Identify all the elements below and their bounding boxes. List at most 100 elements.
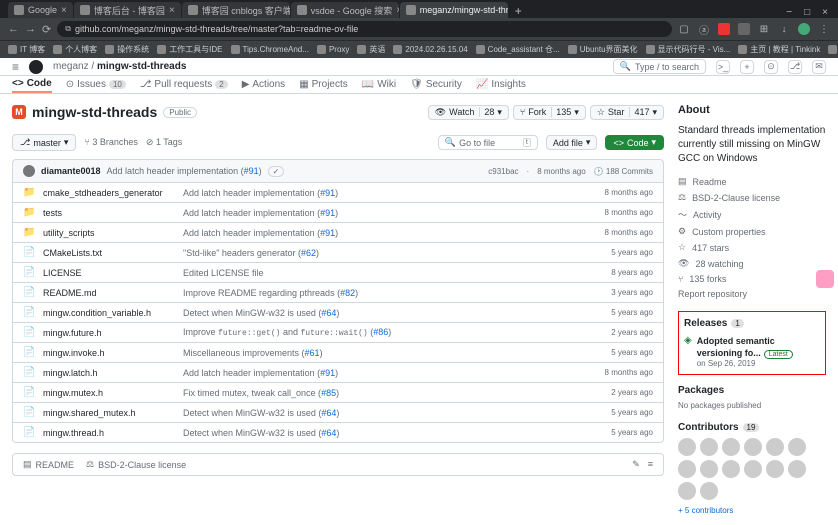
commit-message[interactable]: Add latch header implementation (#91) — [183, 208, 583, 218]
commits-link[interactable]: 🕑 188 Commits — [594, 167, 653, 176]
nav-insights[interactable]: 📈Insights — [476, 76, 526, 93]
contributor-avatar[interactable] — [766, 460, 784, 478]
license-tab[interactable]: ⚖BSD-2-Clause license — [86, 459, 186, 470]
browser-tab-active[interactable]: meganz/mingw-std-threads:...× — [400, 2, 508, 18]
bookmark-folder[interactable]: 操作系统 — [105, 44, 149, 55]
cast-icon[interactable]: ▢ — [678, 23, 690, 35]
file-row[interactable]: 📄mingw.condition_variable.hDetect when M… — [13, 302, 663, 322]
contributor-avatar[interactable] — [766, 438, 784, 456]
issues-button[interactable]: ⊙ — [764, 60, 778, 74]
bookmark-folder[interactable]: 工作工具与IDE — [157, 44, 222, 55]
activity-link[interactable]: 〜Activity — [678, 208, 826, 221]
extension-icon[interactable] — [718, 23, 730, 35]
tags-link[interactable]: ⊘ 1 Tags — [146, 137, 182, 148]
contributor-avatar[interactable] — [700, 438, 718, 456]
commit-message[interactable]: Improve README regarding pthreads (#82) — [183, 288, 583, 298]
bookmark-folder[interactable]: Tips.ChromeAnd... — [231, 45, 309, 54]
nav-issues[interactable]: ⊙Issues10 — [66, 76, 126, 93]
translate-icon[interactable]: ⓐ — [698, 23, 710, 35]
nav-actions[interactable]: ▶Actions — [242, 76, 286, 93]
contributor-avatar[interactable] — [788, 460, 806, 478]
bookmark-link[interactable]: 主页 | 教程 | Tinkink — [738, 44, 820, 55]
file-row[interactable]: 📁cmake_stdheaders_generatorAdd latch hea… — [13, 183, 663, 202]
file-name[interactable]: tests — [43, 208, 183, 218]
file-name[interactable]: cmake_stdheaders_generator — [43, 188, 183, 198]
file-name[interactable]: mingw.mutex.h — [43, 388, 183, 398]
fork-button[interactable]: ⑂Fork135▾ — [513, 105, 586, 120]
star-button[interactable]: ☆Star417▾ — [590, 105, 664, 120]
commit-message[interactable]: Add latch header implementation (#91) — [183, 188, 583, 198]
file-name[interactable]: mingw.latch.h — [43, 368, 183, 378]
file-name[interactable]: utility_scripts — [43, 228, 183, 238]
forward-button[interactable]: → — [25, 23, 36, 35]
file-name[interactable]: CMakeLists.txt — [43, 248, 183, 258]
back-button[interactable]: ← — [8, 23, 19, 35]
extensions-icon[interactable]: ⊞ — [758, 23, 770, 35]
outline-icon[interactable]: ≡ — [648, 459, 653, 470]
commit-message[interactable]: Add latch header implementation (#91) — [183, 228, 583, 238]
commit-message[interactable]: Improve future::get() and future::wait()… — [183, 327, 583, 338]
file-row[interactable]: 📄CMakeLists.txt"Std-like" headers genera… — [13, 242, 663, 262]
command-palette-button[interactable]: >_ — [716, 60, 730, 74]
extension-icon[interactable] — [738, 23, 750, 35]
new-tab-button[interactable]: + — [509, 4, 528, 18]
author-link[interactable]: diamante0018 — [41, 166, 101, 176]
contributors-heading[interactable]: Contributors19 — [678, 422, 826, 433]
owner-link[interactable]: meganz — [53, 61, 89, 72]
file-row[interactable]: 📁testsAdd latch header implementation (#… — [13, 202, 663, 222]
contributor-avatar[interactable] — [744, 460, 762, 478]
contributor-avatar[interactable] — [722, 460, 740, 478]
browser-tab[interactable]: vsdoe - Google 搜索× — [291, 2, 399, 18]
file-row[interactable]: 📄mingw.latch.hAdd latch header implement… — [13, 362, 663, 382]
browser-tab[interactable]: Google× — [8, 2, 73, 18]
pr-link[interactable]: #91 — [244, 166, 259, 176]
file-row[interactable]: 📄mingw.mutex.hFix timed mutex, tweak cal… — [13, 382, 663, 402]
close-icon[interactable]: × — [61, 5, 67, 16]
inbox-button[interactable]: ✉ — [812, 60, 826, 74]
bookmark-folder[interactable]: Proxy — [317, 45, 349, 54]
readme-tab[interactable]: ▤README — [23, 459, 74, 470]
custom-props-link[interactable]: ⚙Custom properties — [678, 226, 826, 237]
commit-message[interactable]: Detect when MinGW-w32 is used (#64) — [183, 428, 583, 438]
commit-message[interactable]: Detect when MinGW-w32 is used (#64) — [183, 408, 583, 418]
bookmark-folder[interactable]: Ubuntu界面美化 — [568, 44, 638, 55]
commit-hash[interactable]: c931bac — [488, 167, 518, 176]
release-item[interactable]: ◈ Adopted semantic versioning fo...Lates… — [684, 335, 820, 368]
file-row[interactable]: 📄LICENSEEdited LICENSE file8 years ago — [13, 262, 663, 282]
contributor-avatar[interactable] — [744, 438, 762, 456]
packages-heading[interactable]: Packages — [678, 385, 826, 396]
minimize-icon[interactable]: − — [786, 7, 792, 18]
contributor-avatar[interactable] — [788, 438, 806, 456]
file-row[interactable]: 📄mingw.shared_mutex.hDetect when MinGW-w… — [13, 402, 663, 422]
menu-icon[interactable]: ≡ — [12, 60, 19, 74]
ai-assistant-badge[interactable] — [816, 270, 834, 288]
file-name[interactable]: mingw.shared_mutex.h — [43, 408, 183, 418]
commit-message[interactable]: Detect when MinGW-w32 is used (#64) — [183, 308, 583, 318]
file-row[interactable]: 📄mingw.future.hImprove future::get() and… — [13, 322, 663, 342]
file-name[interactable]: mingw.future.h — [43, 328, 183, 338]
bookmark-folder[interactable]: Code_assistant 仓... — [476, 44, 560, 55]
close-window-icon[interactable]: × — [822, 7, 828, 18]
pr-button[interactable]: ⎇ — [788, 60, 802, 74]
commit-message[interactable]: Edited LICENSE file — [183, 268, 583, 278]
add-file-button[interactable]: Add file▾ — [546, 135, 598, 150]
bookmark-link[interactable]: The Public Domai... — [828, 45, 838, 54]
close-icon[interactable]: × — [169, 5, 175, 16]
download-icon[interactable]: ↓ — [778, 23, 790, 35]
file-row[interactable]: 📄mingw.thread.hDetect when MinGW-w32 is … — [13, 422, 663, 442]
maximize-icon[interactable]: □ — [804, 7, 810, 18]
bookmark-folder[interactable]: 个人博客 — [53, 44, 97, 55]
commit-message[interactable]: "Std-like" headers generator (#62) — [183, 248, 583, 258]
file-name[interactable]: README.md — [43, 288, 183, 298]
bookmark-link[interactable]: 显示代码行号 - Vis... — [646, 44, 731, 55]
contributor-avatar[interactable] — [678, 460, 696, 478]
forks-link[interactable]: ⑂135 forks — [678, 274, 826, 284]
github-logo-icon[interactable] — [29, 60, 43, 74]
reload-button[interactable]: ⟳ — [42, 23, 51, 36]
contributor-avatar[interactable] — [700, 482, 718, 500]
branches-link[interactable]: ⑂ 3 Branches — [84, 137, 137, 148]
bookmark-folder[interactable]: 2024.02.26.15.04 — [393, 45, 467, 54]
file-search[interactable]: 🔍Go to filet — [438, 135, 538, 150]
stars-link[interactable]: ☆417 stars — [678, 242, 826, 253]
report-link[interactable]: Report repository — [678, 289, 826, 299]
